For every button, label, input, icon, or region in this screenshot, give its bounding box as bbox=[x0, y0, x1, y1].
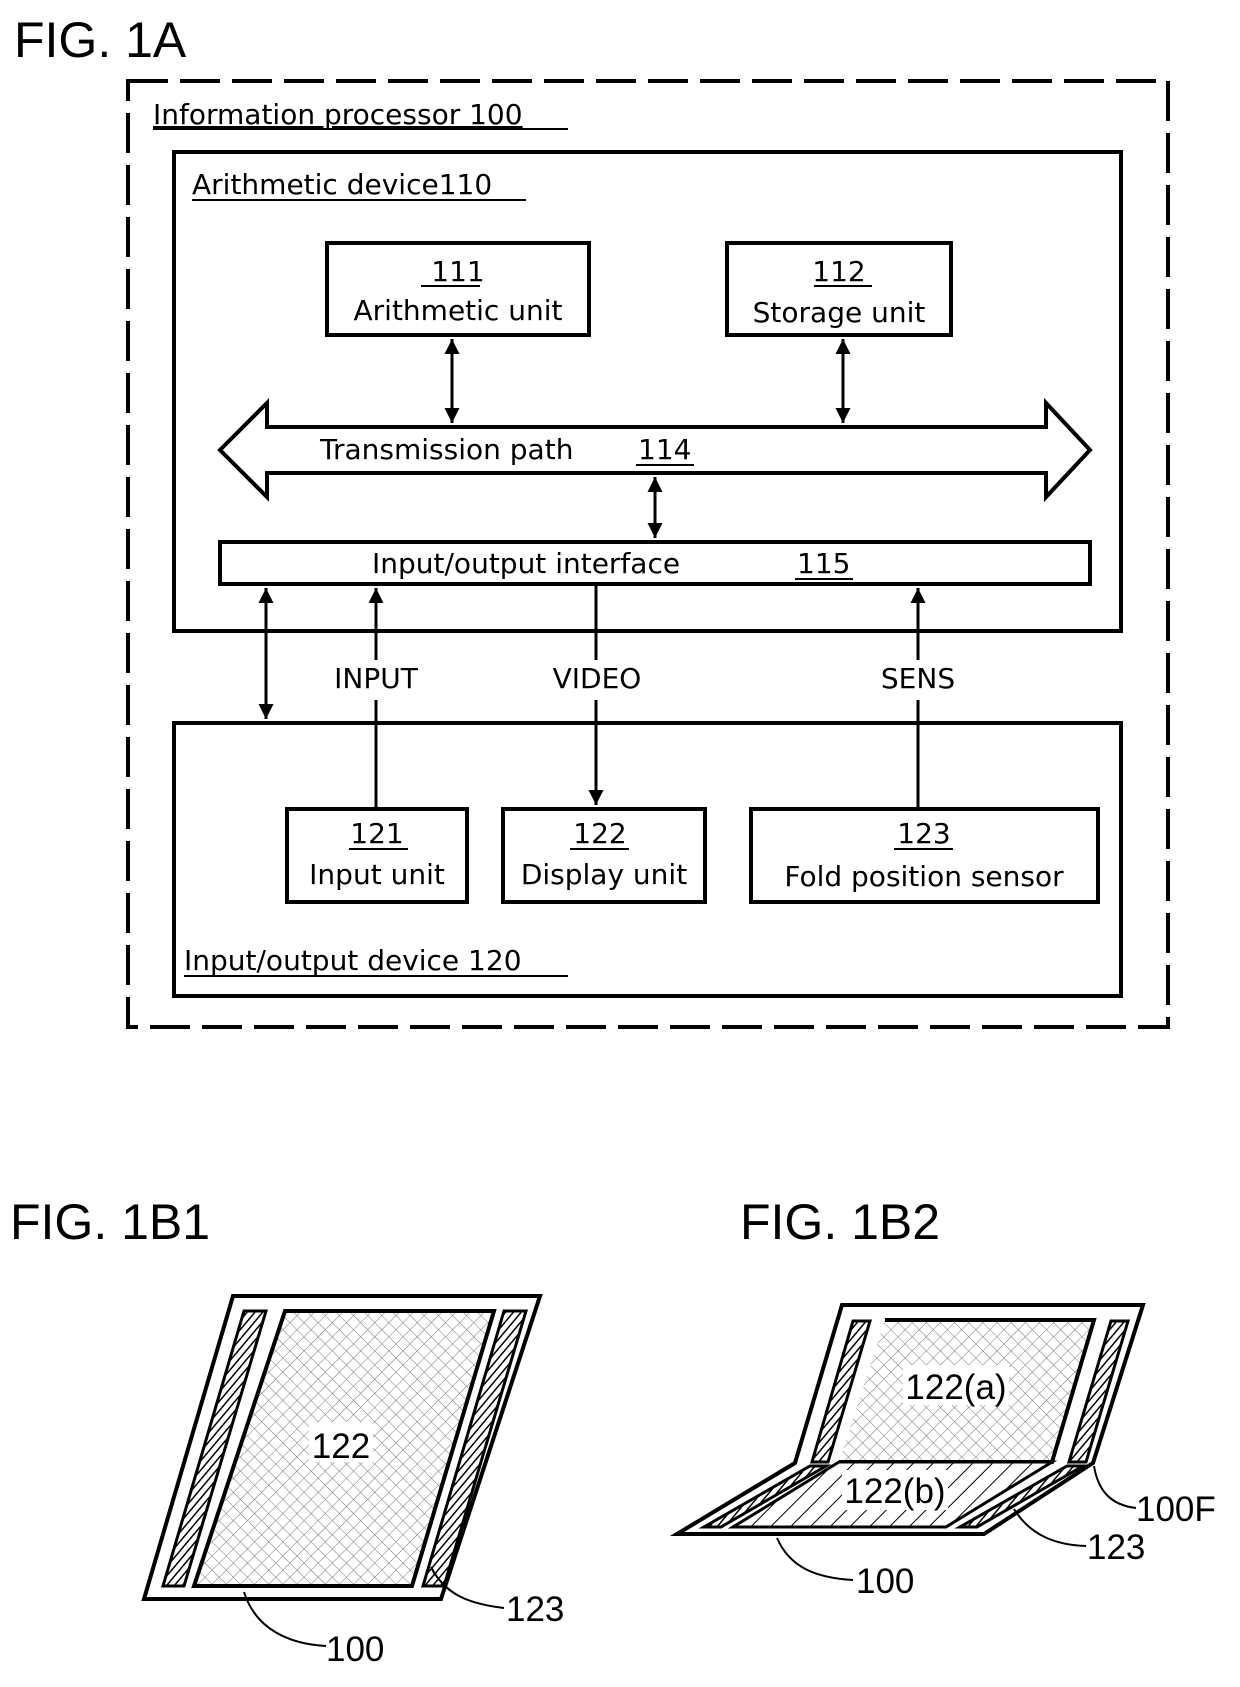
io-interface-label: Input/output interface bbox=[372, 547, 680, 580]
sensor-ref-label-b2: 123 bbox=[1087, 1528, 1145, 1567]
io-device-label: Input/output device 120 bbox=[184, 944, 522, 977]
arithmetic-unit-label: Arithmetic unit bbox=[354, 294, 563, 327]
sens-signal-label: SENS bbox=[881, 662, 955, 695]
fig-1b1: FIG. 1B1 122 123 100 bbox=[10, 1194, 564, 1669]
input-unit-label: Input unit bbox=[309, 858, 445, 891]
patent-figure-sheet: FIG. 1A Information processor 100 Arithm… bbox=[10, 12, 1216, 1669]
sensor-leader-line-b2 bbox=[1013, 1508, 1087, 1547]
fig-1b2-title: FIG. 1B2 bbox=[740, 1194, 940, 1250]
storage-unit-number: 112 bbox=[812, 255, 865, 288]
input-signal-label: INPUT bbox=[334, 662, 419, 695]
fold-ref-label: 100F bbox=[1136, 1490, 1216, 1529]
fold-position-sensor-label: Fold position sensor bbox=[784, 860, 1064, 893]
display-unit-label: Display unit bbox=[521, 858, 687, 891]
device-leader-line-b2 bbox=[776, 1537, 854, 1581]
fold-position-sensor-block: 123 Fold position sensor bbox=[749, 807, 1100, 904]
fig-1b1-title: FIG. 1B1 bbox=[10, 1194, 210, 1250]
arithmetic-unit-block: 111 Arithmetic unit bbox=[325, 241, 591, 337]
fig-1a: FIG. 1A Information processor 100 Arithm… bbox=[14, 12, 1170, 1029]
input-unit-number: 121 bbox=[350, 817, 403, 850]
display-a-ref-label: 122(a) bbox=[905, 1368, 1006, 1407]
display-b-ref-label: 122(b) bbox=[844, 1472, 945, 1511]
transmission-path-label: Transmission path bbox=[319, 433, 573, 466]
sensor-ref-label: 123 bbox=[506, 1590, 564, 1629]
information-processor-label: Information processor 100 bbox=[153, 98, 523, 131]
fig-1a-title: FIG. 1A bbox=[14, 12, 187, 68]
display-unit-block: 122 Display unit bbox=[501, 807, 707, 904]
arithmetic-device-label: Arithmetic device110 bbox=[192, 168, 492, 201]
io-interface-number: 115 bbox=[797, 547, 850, 580]
transmission-path-number: 114 bbox=[638, 433, 691, 466]
device-ref-label-b2: 100 bbox=[856, 1562, 914, 1601]
fold-position-sensor-number: 123 bbox=[897, 817, 950, 850]
device-ref-label: 100 bbox=[326, 1630, 384, 1669]
storage-unit-label: Storage unit bbox=[753, 296, 926, 329]
display-unit-number: 122 bbox=[573, 817, 626, 850]
fig-1b2: FIG. 1B2 122(a) 122(b) 100F 123 100 bbox=[669, 1194, 1216, 1601]
storage-unit-block: 112 Storage unit bbox=[725, 241, 953, 337]
display-ref-label: 122 bbox=[312, 1427, 370, 1466]
video-signal-label: VIDEO bbox=[553, 662, 642, 695]
arithmetic-unit-number: 111 bbox=[431, 255, 484, 288]
input-unit-block: 121 Input unit bbox=[285, 807, 469, 904]
fold-leader-line bbox=[1093, 1465, 1137, 1509]
